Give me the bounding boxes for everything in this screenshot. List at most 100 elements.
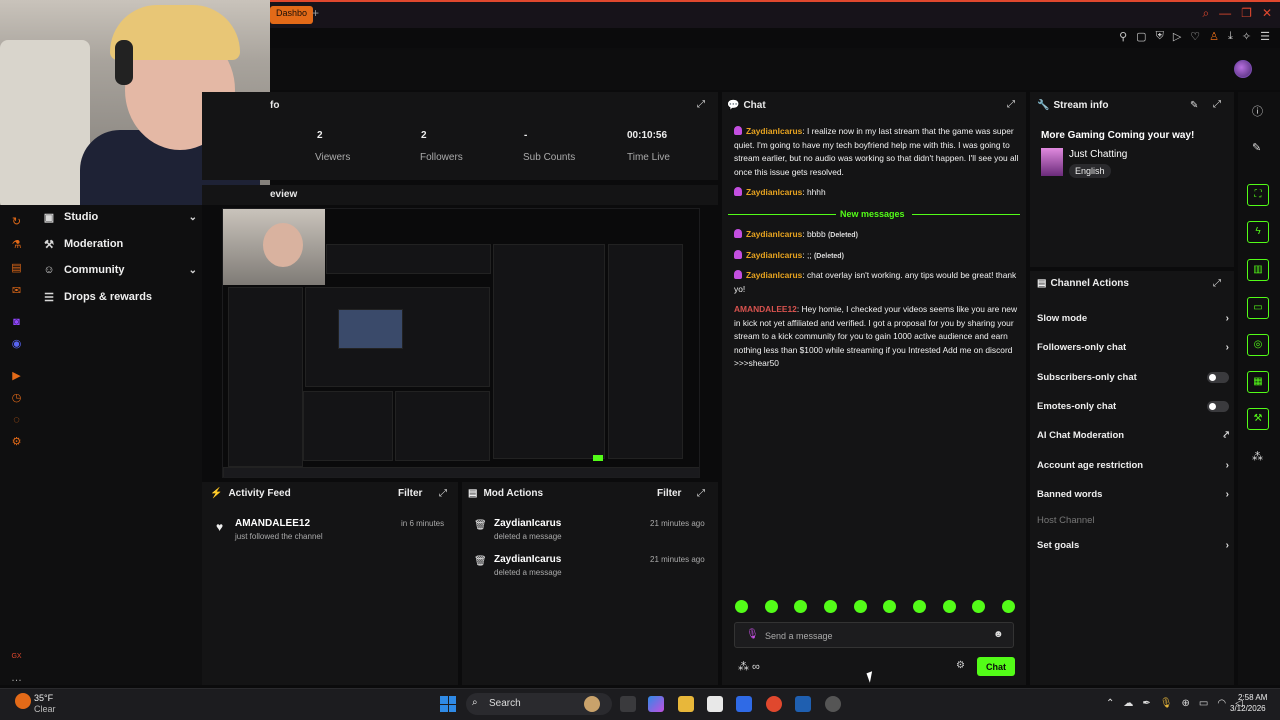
stream-preview-video[interactable] — [222, 208, 700, 478]
expand-icon[interactable]: ⤢ — [439, 488, 447, 499]
onedrive-icon[interactable]: ☁ — [1123, 698, 1133, 709]
layout-icon[interactable]: ▦ — [1247, 371, 1269, 393]
twitch-icon[interactable]: ◙ — [10, 316, 23, 329]
chevron-up-icon[interactable]: ⌃ — [1106, 698, 1114, 709]
sidebar-item-studio[interactable]: ▣ Studio ⌄ — [42, 207, 197, 227]
expand-icon[interactable]: ⤢ — [1213, 99, 1221, 110]
taskbar-clock-date[interactable]: 3/12/2026 — [1230, 704, 1266, 713]
chat-message[interactable]: ZaydianIcarus: bbbb (Deleted) — [734, 228, 1020, 243]
send-chat-button[interactable]: Chat — [977, 657, 1015, 676]
heart-icon[interactable]: ♡ — [1190, 30, 1200, 43]
emote-icon[interactable] — [942, 600, 956, 613]
scan-icon[interactable]: ⛶ — [1247, 184, 1269, 206]
subscribers-only-toggle[interactable] — [1207, 371, 1229, 383]
play-icon[interactable]: ▷ — [1173, 30, 1181, 43]
pin-icon[interactable]: ⚲ — [1119, 30, 1127, 43]
download-icon[interactable]: ⤓ — [1228, 30, 1233, 43]
close-icon[interactable]: ✕ — [1262, 6, 1272, 21]
pencil-icon[interactable]: ✎ — [1252, 141, 1261, 154]
copilot-icon[interactable] — [648, 696, 664, 712]
emote-icon[interactable] — [1001, 600, 1015, 613]
chat-icon[interactable]: ▭ — [1247, 297, 1269, 319]
restore-icon[interactable]: ❐ — [1241, 6, 1252, 21]
chat-message[interactable]: ZaydianIcarus: chat overlay isn't workin… — [734, 269, 1020, 296]
store-icon[interactable] — [707, 696, 723, 712]
clock-icon[interactable]: ◷ — [10, 392, 23, 405]
emote-icon[interactable] — [735, 600, 748, 613]
search-icon[interactable]: ⌕ — [1202, 6, 1209, 21]
chevron-down-icon[interactable]: ⌄ — [189, 212, 197, 223]
menu-icon[interactable]: ☰ — [1260, 30, 1270, 43]
file-explorer-icon[interactable] — [678, 696, 694, 712]
document-icon[interactable]: ▥ — [1247, 259, 1269, 281]
mod-user[interactable]: ZaydianIcarus — [494, 554, 561, 565]
wrench-icon[interactable]: ⚒ — [1247, 408, 1269, 430]
slow-mode-row[interactable]: Slow mode › — [1037, 309, 1229, 327]
set-goals-row[interactable]: Set goals › — [1037, 536, 1229, 554]
microphone-icon[interactable]: 🎙 — [746, 629, 759, 640]
activity-filter-button[interactable]: Filter — [398, 488, 422, 499]
ai-moderation-row[interactable]: AI Chat Moderation ⤤ — [1037, 426, 1229, 444]
chat-message[interactable]: ZaydianIcarus: I realize now in my last … — [734, 125, 1020, 179]
discord-icon[interactable]: ◉ — [10, 338, 23, 351]
emotes-only-toggle[interactable] — [1207, 400, 1229, 412]
broadcast-icon[interactable]: ◎ — [1247, 334, 1269, 356]
display-icon[interactable]: ▭ — [1199, 698, 1208, 709]
expand-icon[interactable]: ⤢ — [1213, 278, 1221, 289]
ai-icon[interactable]: ✧ — [1242, 30, 1251, 43]
chevron-down-icon[interactable]: ⌄ — [189, 265, 197, 276]
emote-icon[interactable] — [764, 600, 778, 613]
expand-icon[interactable]: ⤢ — [697, 99, 705, 110]
capture-icon[interactable]: ▢ — [1136, 30, 1146, 43]
edit-icon[interactable]: ✎ — [1190, 100, 1198, 111]
chat-message[interactable]: AMANDALEE12: Hey homie, I checked your v… — [734, 303, 1020, 371]
expand-icon[interactable]: ⤢ — [1007, 99, 1015, 110]
tab-dashboard[interactable]: Dashbo — [270, 6, 314, 24]
minimize-icon[interactable]: — — [1219, 6, 1231, 21]
new-tab-button[interactable]: + — [312, 6, 319, 20]
sidebar-item-moderation[interactable]: ⚒ Moderation — [42, 234, 197, 254]
weather-icon[interactable] — [15, 693, 31, 709]
emoji-icon[interactable]: ☻ — [993, 629, 1004, 640]
banned-words-row[interactable]: Banned words › — [1037, 485, 1229, 503]
obs-icon[interactable] — [825, 696, 841, 712]
profile-icon[interactable]: ♙ — [1209, 30, 1219, 43]
pen-icon[interactable]: ✒ — [1142, 698, 1150, 709]
user-avatar[interactable] — [1234, 60, 1252, 78]
lightning-icon[interactable]: ϟ — [1247, 221, 1269, 243]
sidebar-item-community[interactable]: ☺ Community ⌄ — [42, 260, 197, 280]
taskbar-clock-time[interactable]: 2:58 AM — [1238, 693, 1267, 702]
mod-user[interactable]: ZaydianIcarus — [494, 518, 561, 529]
emote-icon[interactable] — [972, 600, 986, 613]
task-view-icon[interactable] — [620, 696, 636, 712]
layers-icon[interactable]: ▤ — [10, 262, 23, 275]
emote-icon[interactable] — [823, 600, 837, 613]
feed-user[interactable]: AMANDALEE12 — [235, 518, 310, 529]
expand-icon[interactable]: ⤢ — [697, 488, 705, 499]
apps-icon[interactable]: ⁂ — [1252, 450, 1263, 463]
bulb-icon[interactable]: ◌ — [10, 414, 23, 427]
opera-gx-icon[interactable] — [766, 696, 782, 712]
shield-icon[interactable]: ⛨ — [1156, 30, 1164, 43]
wifi-icon[interactable]: ◠ — [1217, 698, 1226, 709]
gx-icon[interactable]: GX — [10, 650, 23, 663]
start-button[interactable] — [440, 696, 456, 712]
chat-message[interactable]: ZaydianIcarus: ;; (Deleted) — [734, 249, 1020, 264]
more-icon[interactable]: … — [10, 672, 23, 685]
outlook-icon[interactable] — [736, 696, 752, 712]
chat-message-input[interactable] — [765, 627, 985, 645]
followers-only-row[interactable]: Followers-only chat › — [1037, 338, 1229, 356]
search-highlight-icon[interactable] — [584, 696, 600, 712]
points-icon[interactable]: ⁂ ∞ — [738, 660, 760, 673]
gear-icon[interactable]: ⚙ — [10, 436, 23, 449]
mail-icon[interactable]: ✉ — [10, 285, 23, 298]
mic-icon[interactable]: 🎙 — [1160, 698, 1173, 709]
chat-message[interactable]: ZaydianIcarus: hhhh — [734, 186, 1020, 200]
info-icon[interactable]: ⓘ — [1252, 103, 1263, 119]
flask-icon[interactable]: ⚗ — [10, 239, 23, 252]
mod-filter-button[interactable]: Filter — [657, 488, 681, 499]
emote-icon[interactable] — [853, 600, 867, 613]
emote-icon[interactable] — [794, 600, 808, 613]
refresh-icon[interactable]: ↻ — [10, 216, 23, 229]
network-icon[interactable]: ⊕ — [1181, 698, 1189, 709]
